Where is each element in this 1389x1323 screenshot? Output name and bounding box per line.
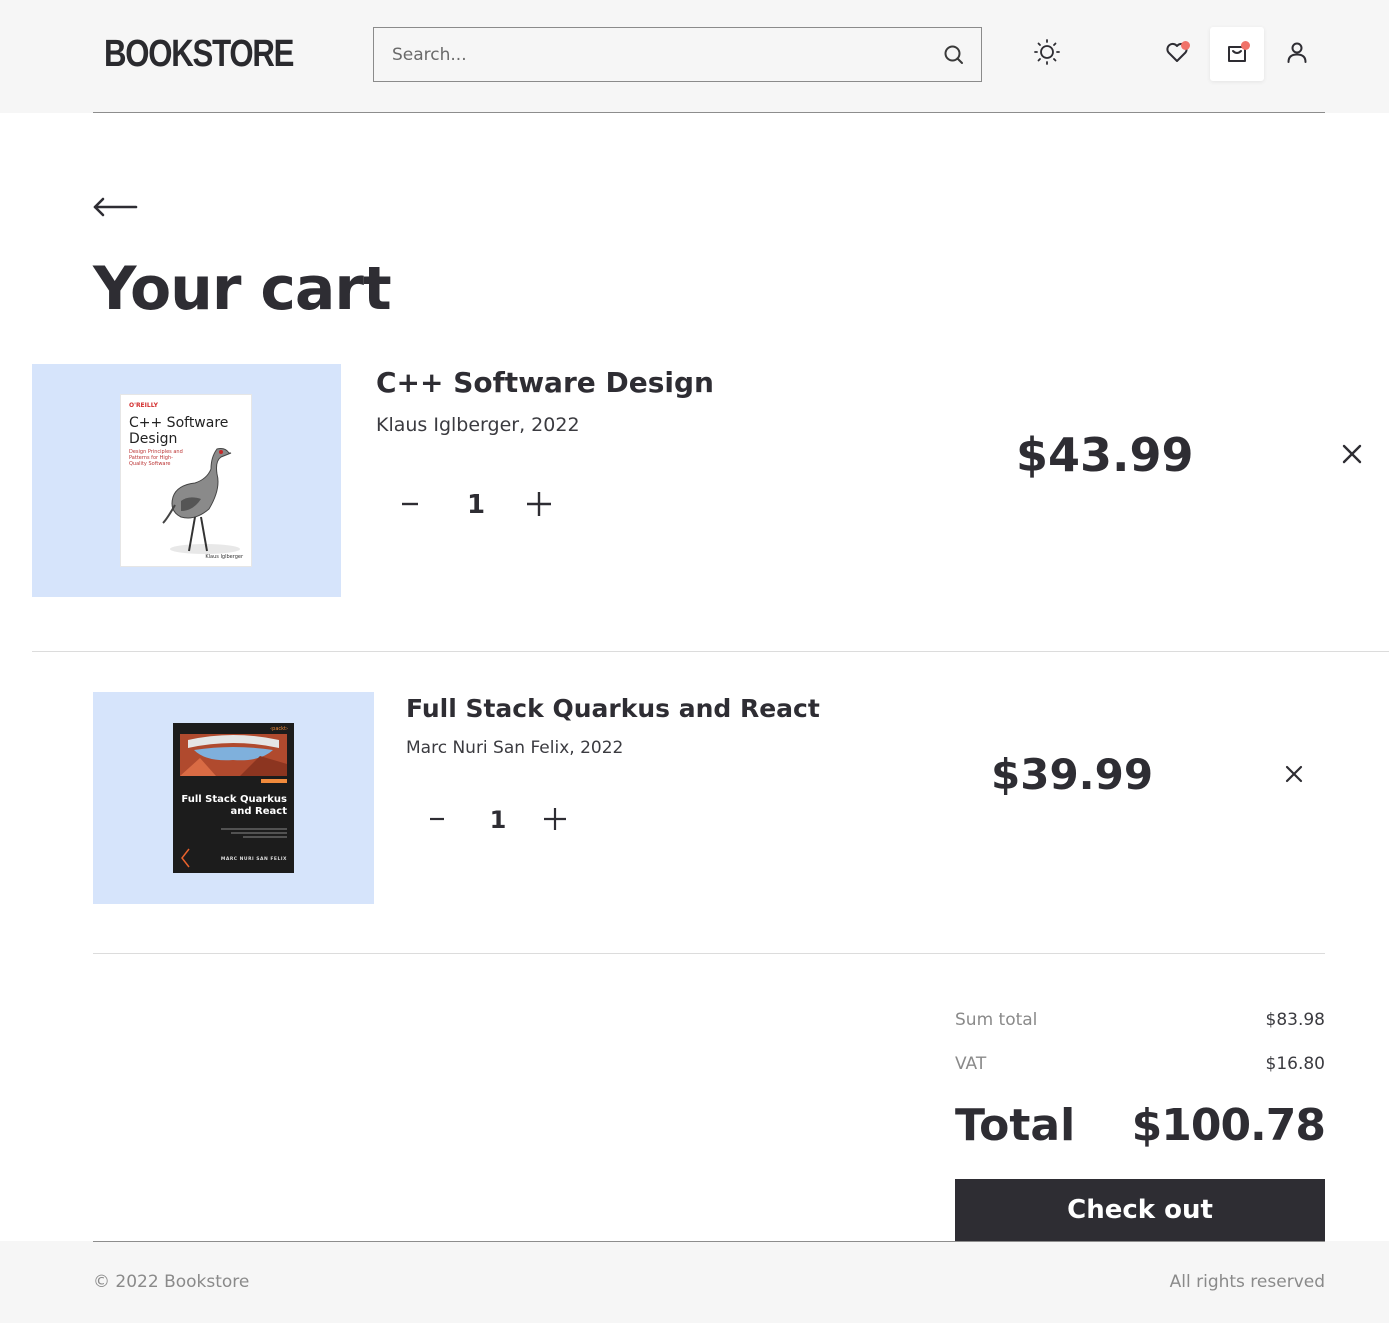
user-icon [1284,39,1310,69]
book-author-year: Marc Nuri San Felix, 2022 [406,738,624,758]
logo[interactable]: BOOKSTORE [104,32,294,76]
increase-quantity-button[interactable] [521,488,557,524]
vat-value: $16.80 [1265,1054,1325,1074]
cart-button[interactable] [1210,27,1264,81]
item-price: $43.99 [1016,428,1194,482]
cover-author: Klaus Iglberger [205,554,243,560]
book-title[interactable]: C++ Software Design [376,366,714,399]
arrow-left-icon[interactable] [92,195,138,219]
total-value: $100.78 [1131,1100,1326,1151]
close-icon [1341,443,1363,469]
cover-architecture-image [180,734,287,776]
cart-badge [1241,41,1250,50]
checkout-button[interactable]: Check out [955,1179,1325,1241]
book-cover-container[interactable]: ‹packt› Full Stack Quarkus and React MAR… [93,692,374,904]
decrease-quantity-button[interactable] [392,488,428,524]
cover-publisher: ‹packt› [270,726,288,732]
sum-total-label: Sum total [955,1010,1038,1030]
page-title: Your cart [93,254,392,324]
minus-icon [428,810,446,832]
copyright-text: © 2022 Bookstore [93,1272,250,1292]
search-box [373,27,982,82]
remove-item-button[interactable] [1279,761,1309,791]
search-icon[interactable] [942,43,966,67]
cover-author: MARC NURI SAN FELIX [220,857,287,862]
plus-icon [542,806,568,836]
total-label: Total [955,1100,1076,1151]
crane-illustration [162,448,240,554]
minus-icon [400,494,420,518]
book-cover-container[interactable]: O'REILLY C++ Software Design Design Prin… [32,364,341,597]
cover-accent-bar [261,779,287,783]
item-divider [32,651,1389,652]
search-input[interactable] [374,28,934,81]
packt-chevron-icon [181,848,190,868]
vat-label: VAT [955,1054,987,1074]
quantity-value: 1 [489,806,507,834]
remove-item-button[interactable] [1337,441,1367,471]
footer-divider [93,1241,1325,1242]
sun-icon [1033,38,1061,70]
wishlist-button[interactable] [1150,27,1204,81]
account-button[interactable] [1270,27,1324,81]
decrease-quantity-button[interactable] [419,803,455,839]
book-cover: ‹packt› Full Stack Quarkus and React MAR… [173,723,294,873]
cover-title: Full Stack Quarkus and React [181,794,287,817]
plus-icon [525,490,553,522]
quantity-value: 1 [466,490,486,520]
rights-text: All rights reserved [1169,1272,1325,1292]
close-icon [1284,764,1304,788]
header-divider [93,112,1325,113]
cover-text-lines [221,828,287,838]
cover-publisher: O'REILLY [129,402,158,409]
book-author-year: Klaus Iglberger, 2022 [376,414,580,436]
increase-quantity-button[interactable] [537,803,573,839]
item-divider [93,953,1325,954]
book-cover: O'REILLY C++ Software Design Design Prin… [120,394,252,567]
wishlist-badge [1181,41,1190,50]
item-price: $39.99 [991,750,1154,799]
sum-total-value: $83.98 [1265,1010,1325,1030]
book-title[interactable]: Full Stack Quarkus and React [406,694,820,723]
theme-toggle-button[interactable] [1020,27,1074,81]
